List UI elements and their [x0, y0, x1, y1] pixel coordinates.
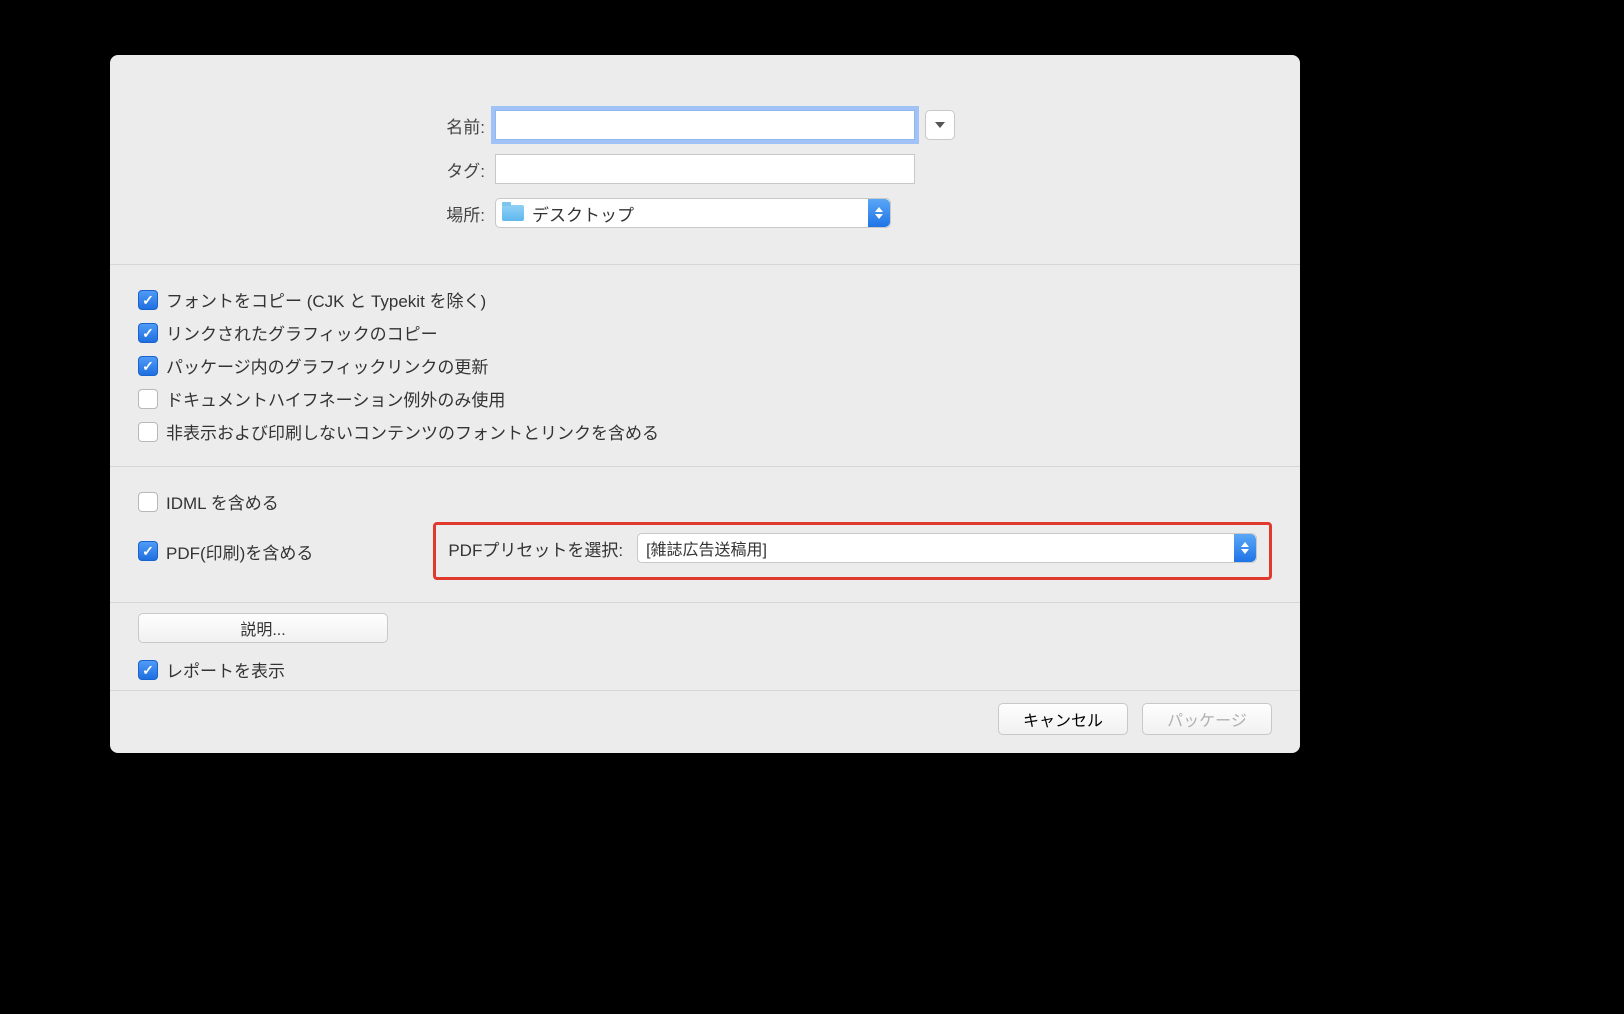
- hidden-content-checkbox[interactable]: [138, 422, 158, 442]
- cancel-button[interactable]: キャンセル: [998, 703, 1128, 735]
- chevron-down-icon: [935, 122, 945, 128]
- instructions-button[interactable]: 説明...: [138, 613, 388, 643]
- select-stepper-icon: [1234, 534, 1256, 562]
- hidden-content-label: 非表示および印刷しないコンテンツのフォントとリンクを含める: [166, 419, 659, 444]
- copy-fonts-checkbox[interactable]: ✓: [138, 290, 158, 310]
- location-select[interactable]: デスクトップ: [495, 198, 891, 228]
- hyphenation-label: ドキュメントハイフネーション例外のみ使用: [166, 386, 505, 411]
- package-options-section: ✓ フォントをコピー (CJK と Typekit を除く) ✓ リンクされたグ…: [110, 265, 1300, 466]
- name-label: 名前:: [110, 113, 495, 138]
- save-location-section: 名前: タグ: 場所: デスクトップ: [110, 55, 1300, 264]
- copy-graphics-label: リンクされたグラフィックのコピー: [166, 320, 438, 345]
- include-idml-label: IDML を含める: [166, 489, 279, 514]
- pdf-preset-label: PDFプリセットを選択:: [448, 536, 623, 561]
- pdf-preset-select[interactable]: [雑誌広告送稿用]: [637, 533, 1257, 563]
- pdf-preset-value: [雑誌広告送稿用]: [646, 536, 767, 560]
- instructions-button-label: 説明...: [240, 616, 285, 640]
- select-stepper-icon: [868, 199, 890, 227]
- dialog-actions: キャンセル パッケージ: [110, 691, 1300, 735]
- location-label: 場所:: [110, 201, 495, 226]
- copy-graphics-checkbox[interactable]: ✓: [138, 323, 158, 343]
- package-button[interactable]: パッケージ: [1142, 703, 1272, 735]
- export-options-section: IDML を含める ✓ PDF(印刷)を含める PDFプリセットを選択: [雑誌…: [110, 467, 1300, 602]
- include-idml-checkbox[interactable]: [138, 492, 158, 512]
- pdf-preset-highlight: PDFプリセットを選択: [雑誌広告送稿用]: [433, 522, 1272, 580]
- update-links-label: パッケージ内のグラフィックリンクの更新: [166, 353, 488, 378]
- view-report-label: レポートを表示: [166, 657, 285, 682]
- expand-save-button[interactable]: [925, 110, 955, 140]
- tags-input[interactable]: [495, 154, 915, 184]
- update-links-checkbox[interactable]: ✓: [138, 356, 158, 376]
- folder-icon: [502, 205, 524, 221]
- tags-label: タグ:: [110, 157, 495, 182]
- footer-section: 説明... ✓ レポートを表示: [110, 603, 1300, 682]
- name-input[interactable]: [495, 110, 915, 140]
- package-dialog: 名前: タグ: 場所: デスクトップ ✓ フォントをコ: [110, 55, 1300, 753]
- include-pdf-label: PDF(印刷)を含める: [166, 539, 313, 564]
- hyphenation-checkbox[interactable]: [138, 389, 158, 409]
- location-value: デスクトップ: [532, 201, 634, 226]
- view-report-checkbox[interactable]: ✓: [138, 660, 158, 680]
- copy-fonts-label: フォントをコピー (CJK と Typekit を除く): [166, 287, 486, 312]
- include-pdf-checkbox[interactable]: ✓: [138, 541, 158, 561]
